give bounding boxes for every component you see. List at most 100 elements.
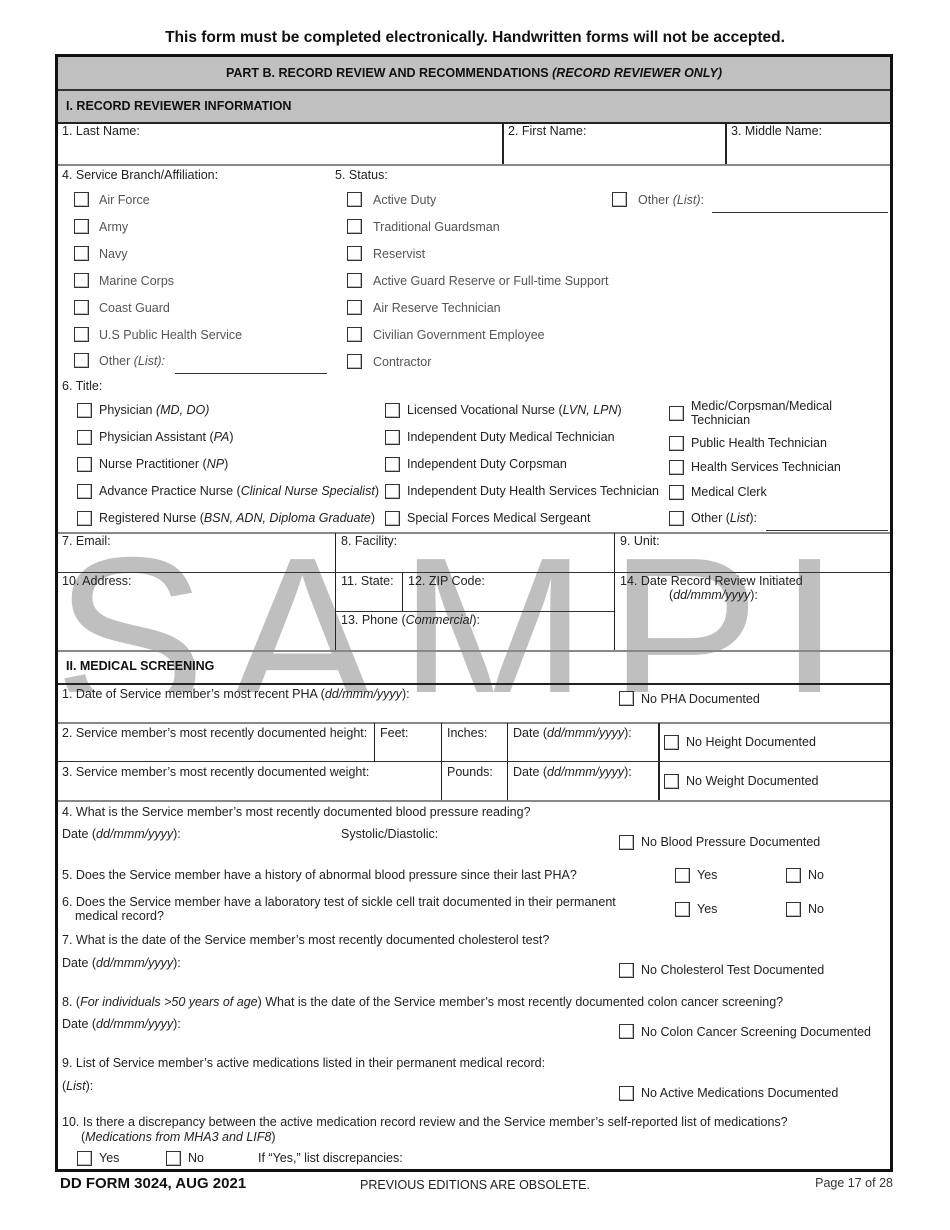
height-date-field[interactable] [513,742,653,760]
no-blood-pressure-label: No Blood Pressure Documented [641,835,821,849]
middle-name-field[interactable] [731,140,886,162]
q4-label: 4. What is the Service member’s most rec… [62,805,531,819]
title-licensed-vocational-nurse-lvn-lpn-checkbox[interactable] [385,403,400,418]
status-contractor-checkbox[interactable] [347,354,362,369]
branch-u-s-public-health-service-checkbox[interactable] [74,327,89,342]
status-other-label: Other (List): [638,193,705,207]
status-air-reserve-technician-checkbox[interactable] [347,300,362,315]
q10-no-checkbox[interactable] [166,1151,181,1166]
title-independent-duty-medical-technician-checkbox[interactable] [385,430,400,445]
obsolete-notice: PREVIOUS EDITIONS ARE OBSOLETE. [360,1178,590,1192]
status-traditional-guardsman-checkbox[interactable] [347,219,362,234]
no-blood-pressure-checkbox[interactable] [619,835,634,850]
weight-date-field[interactable] [513,781,653,799]
branch-navy-checkbox[interactable] [74,246,89,261]
title-special-forces-medical-sergeant-label: Special Forces Medical Sergeant [407,511,591,525]
systolic-diastolic-label: Systolic/Diastolic: [341,827,439,841]
q1-label: 1. Date of Service member’s most recent … [62,687,410,701]
q10-qualifier: (Medications from MHA3 and LIF8) [81,1130,276,1144]
q5-yes-checkbox[interactable] [675,868,690,883]
colon-date-label: Date (dd/mmm/yyyy): [62,1017,181,1031]
branch-army-checkbox[interactable] [74,219,89,234]
title-registered-nurse-bsn-adn-diploma-graduate-checkbox[interactable] [77,511,92,526]
email-field[interactable] [62,550,332,570]
title-other-input[interactable] [766,530,888,531]
title-medical-clerk-checkbox[interactable] [669,485,684,500]
status-reservist-checkbox[interactable] [347,246,362,261]
title-label: 6. Title: [62,379,103,393]
q5-no-checkbox[interactable] [786,868,801,883]
part-b-title: PART B. RECORD REVIEW AND RECOMMENDATION… [225,66,553,80]
branch-other-input[interactable] [175,373,327,374]
first-name-field[interactable] [508,140,722,162]
title-medic-corpsman-medical-technician-checkbox[interactable] [669,406,684,421]
divider [502,123,504,164]
title-advance-practice-nurse-clinical-nurse-specialist-checkbox[interactable] [77,484,92,499]
systolic-diastolic-field[interactable] [443,826,608,844]
no-cholesterol-checkbox[interactable] [619,963,634,978]
title-public-health-technician-checkbox[interactable] [669,436,684,451]
date-initiated-field[interactable] [620,606,886,646]
status-other-checkbox[interactable] [612,192,627,207]
cholesterol-date-field[interactable] [185,955,605,973]
branch-other-checkbox[interactable] [74,353,89,368]
title-physician-assistant-pa-checkbox[interactable] [77,430,92,445]
medications-list-field[interactable] [100,1078,605,1096]
branch-air-force-checkbox[interactable] [74,192,89,207]
divider [58,722,890,724]
state-label: 11. State: [341,574,394,588]
branch-marine-corps-checkbox[interactable] [74,273,89,288]
no-weight-checkbox[interactable] [664,774,679,789]
bp-date-field[interactable] [185,826,330,844]
height-inches-field[interactable] [447,742,505,760]
title-nurse-practitioner-np-label: Nurse Practitioner (NP) [99,457,229,471]
title-physician-md-do-checkbox[interactable] [77,403,92,418]
status-reservist-label: Reservist [373,247,426,261]
branch-marine-corps-label: Marine Corps [99,274,175,288]
phone-field[interactable] [341,629,611,647]
title-health-services-technician-checkbox[interactable] [669,460,684,475]
colon-date-field[interactable] [185,1016,605,1034]
no-medications-checkbox[interactable] [619,1086,634,1101]
title-special-forces-medical-sergeant-checkbox[interactable] [385,511,400,526]
phone-label: 13. Phone (Commercial): [341,613,480,627]
q10-yes-checkbox[interactable] [77,1151,92,1166]
title-independent-duty-corpsman-checkbox[interactable] [385,457,400,472]
state-field[interactable] [341,590,399,610]
zip-code-label: 12. ZIP Code: [408,574,485,588]
status-active-duty-checkbox[interactable] [347,192,362,207]
address-field[interactable] [62,592,332,647]
title-other-list-checkbox[interactable] [669,511,684,526]
q1-pha-date-field[interactable] [410,685,610,719]
medications-list-label: (List): [62,1079,94,1093]
unit-field[interactable] [620,550,886,570]
no-colon-screening-checkbox[interactable] [619,1024,634,1039]
status-other-input[interactable] [712,212,888,213]
q6-yes-checkbox[interactable] [675,902,690,917]
address-label: 10. Address: [62,574,132,588]
section-2-header: II. MEDICAL SCREENING [58,652,890,683]
part-b-qualifier: (RECORD REVIEWER ONLY) [552,66,723,80]
discrepancies-field[interactable] [420,1149,885,1167]
status-active-duty-label: Active Duty [373,193,437,207]
no-pha-checkbox[interactable] [619,691,634,706]
q6-no-checkbox[interactable] [786,902,801,917]
form-identifier: DD FORM 3024, AUG 2021 [60,1175,247,1192]
status-active-guard-reserve-or-full-time-support-label: Active Guard Reserve or Full-time Suppor… [373,274,609,288]
title-health-services-technician-label: Health Services Technician [691,460,841,474]
q7-label: 7. What is the date of the Service membe… [62,933,550,947]
last-name-field[interactable] [62,140,498,162]
facility-field[interactable] [341,550,611,570]
title-nurse-practitioner-np-checkbox[interactable] [77,457,92,472]
title-independent-duty-health-services-technician-checkbox[interactable] [385,484,400,499]
branch-coast-guard-checkbox[interactable] [74,300,89,315]
height-feet-field[interactable] [380,742,438,760]
status-active-guard-reserve-or-full-time-support-checkbox[interactable] [347,273,362,288]
title-other-list-label: Other (List): [691,511,757,525]
weight-pounds-field[interactable] [447,781,505,799]
zip-code-field[interactable] [408,590,608,610]
branch-u-s-public-health-service-label: U.S Public Health Service [99,328,243,342]
no-height-checkbox[interactable] [664,735,679,750]
section-2-title: II. MEDICAL SCREENING [66,659,215,673]
status-civilian-government-employee-checkbox[interactable] [347,327,362,342]
